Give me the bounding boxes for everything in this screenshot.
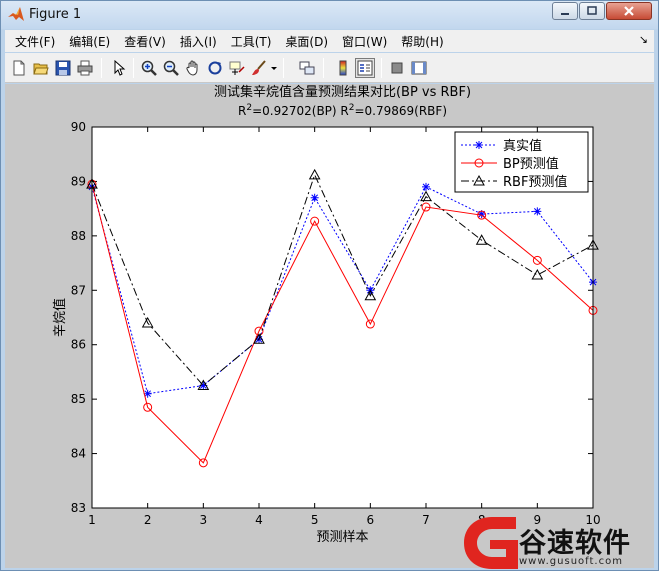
menu-insert[interactable]: 插入(I): [173, 33, 224, 50]
data-point: [533, 207, 542, 216]
watermark-url: www.gusuoft.com: [519, 556, 623, 567]
menu-view[interactable]: 查看(V): [117, 33, 173, 50]
y-tick-label: 90: [71, 120, 86, 134]
toolbar-separator: [381, 58, 382, 78]
chart-subtitle: R2=0.92702(BP) R2=0.79869(RBF): [238, 103, 447, 118]
zoom-out-icon: [163, 60, 179, 76]
legend-label: RBF预测值: [503, 174, 567, 190]
watermark-brand: 谷速软件: [519, 528, 631, 559]
pan-hand-icon: [186, 60, 198, 76]
chart-title: 测试集辛烷值含量预测结果对比(BP vs RBF): [214, 84, 471, 100]
data-point: [422, 182, 430, 191]
data-point-shape: [310, 193, 319, 202]
rotate-3d-icon: [208, 61, 222, 75]
x-tick-label: 5: [311, 513, 319, 527]
legend-label: BP预测值: [503, 156, 559, 172]
print-button[interactable]: [75, 58, 95, 78]
matlab-logo-icon: [8, 7, 24, 21]
y-axis-label: 辛烷值: [52, 298, 68, 337]
y-tick-label: 88: [71, 229, 86, 243]
figure-toolbar: [5, 53, 654, 83]
menu-edit[interactable]: 编辑(E): [62, 33, 117, 50]
data-cursor-button[interactable]: [227, 58, 247, 78]
legend-button[interactable]: [355, 58, 375, 78]
line-chart[interactable]: 测试集辛烷值含量预测结果对比(BP vs RBF) R2=0.92702(BP) …: [5, 84, 654, 568]
save-icon: [55, 60, 71, 76]
zoom-in-icon: [141, 60, 157, 76]
legend-marker: [475, 141, 483, 149]
x-tick-label: 4: [255, 513, 263, 527]
new-figure-button[interactable]: [9, 58, 29, 78]
minimize-icon: [561, 13, 569, 15]
rotate-3d-button[interactable]: [205, 58, 225, 78]
x-tick-label: 3: [200, 513, 208, 527]
pan-button[interactable]: [183, 58, 203, 78]
title-bar[interactable]: Figure 1: [1, 1, 658, 29]
zoom-out-button[interactable]: [161, 58, 181, 78]
menu-bar: 文件(F) 编辑(E) 查看(V) 插入(I) 工具(T) 桌面(D) 窗口(W…: [5, 30, 654, 52]
y-tick-label: 83: [71, 501, 86, 515]
minimize-button[interactable]: [552, 2, 578, 20]
legend-marker-shape: [475, 141, 483, 149]
x-tick-label: 1: [88, 513, 96, 527]
brush-icon: [252, 60, 266, 75]
maximize-icon: [587, 6, 597, 15]
y-tick-label: 87: [71, 283, 86, 297]
y-tick-label: 85: [71, 392, 86, 406]
y-tick-label: 89: [71, 174, 86, 188]
brush-dropdown-button[interactable]: [269, 58, 279, 78]
link-plot-icon: [299, 61, 315, 75]
hide-plot-tools-icon: [391, 62, 403, 74]
y-tick-label: 84: [71, 447, 86, 461]
data-point-shape: [533, 207, 542, 216]
menu-desktop[interactable]: 桌面(D): [278, 33, 335, 50]
open-file-icon: [33, 63, 49, 75]
menu-help[interactable]: 帮助(H): [394, 33, 450, 50]
data-point: [310, 193, 319, 202]
hide-plot-tools-button[interactable]: [387, 58, 407, 78]
menu-tools[interactable]: 工具(T): [224, 33, 279, 50]
data-point-shape: [422, 182, 430, 191]
new-figure-icon: [13, 60, 25, 76]
y-tick-label: 86: [71, 338, 86, 352]
pointer-icon: [114, 60, 126, 76]
colorbar-icon: [339, 60, 347, 76]
legend-icon: [357, 60, 373, 76]
figure-canvas[interactable]: 测试集辛烷值含量预测结果对比(BP vs RBF) R2=0.92702(BP) …: [5, 84, 654, 568]
brush-button[interactable]: [249, 58, 269, 78]
toolbar-separator: [101, 58, 102, 78]
toolbar-separator: [323, 58, 324, 78]
x-tick-label: 6: [367, 513, 375, 527]
print-icon: [77, 60, 93, 76]
show-plot-tools-icon: [411, 61, 427, 75]
window-title: Figure 1: [29, 7, 82, 22]
colorbar-button[interactable]: [333, 58, 353, 78]
show-plot-tools-button[interactable]: [409, 58, 429, 78]
close-button[interactable]: [606, 2, 652, 20]
open-file-button[interactable]: [31, 58, 51, 78]
dock-arrow-icon[interactable]: ↘: [639, 33, 648, 46]
x-axis-label: 预测样本: [316, 530, 368, 545]
close-icon: [624, 6, 634, 16]
zoom-in-button[interactable]: [139, 58, 159, 78]
figure-window: Figure 1 文件(F) 编辑(E) 查看(V) 插入(I) 工具(T) 桌…: [0, 0, 659, 571]
legend-label: 真实值: [503, 138, 542, 154]
data-cursor-icon: [229, 61, 245, 75]
x-tick-label: 7: [422, 513, 430, 527]
menu-file[interactable]: 文件(F): [5, 33, 62, 50]
maximize-button[interactable]: [579, 2, 605, 20]
link-plot-button[interactable]: [297, 58, 317, 78]
edit-plot-button[interactable]: [109, 58, 129, 78]
toolbar-separator: [133, 58, 134, 78]
menu-window[interactable]: 窗口(W): [335, 33, 394, 50]
toolbar-separator: [283, 58, 284, 78]
x-tick-label: 2: [144, 513, 152, 527]
legend: 真实值 BP预测值 RBF预测值: [454, 131, 589, 193]
save-button[interactable]: [53, 58, 73, 78]
brush-dropdown-icon: [271, 67, 277, 70]
